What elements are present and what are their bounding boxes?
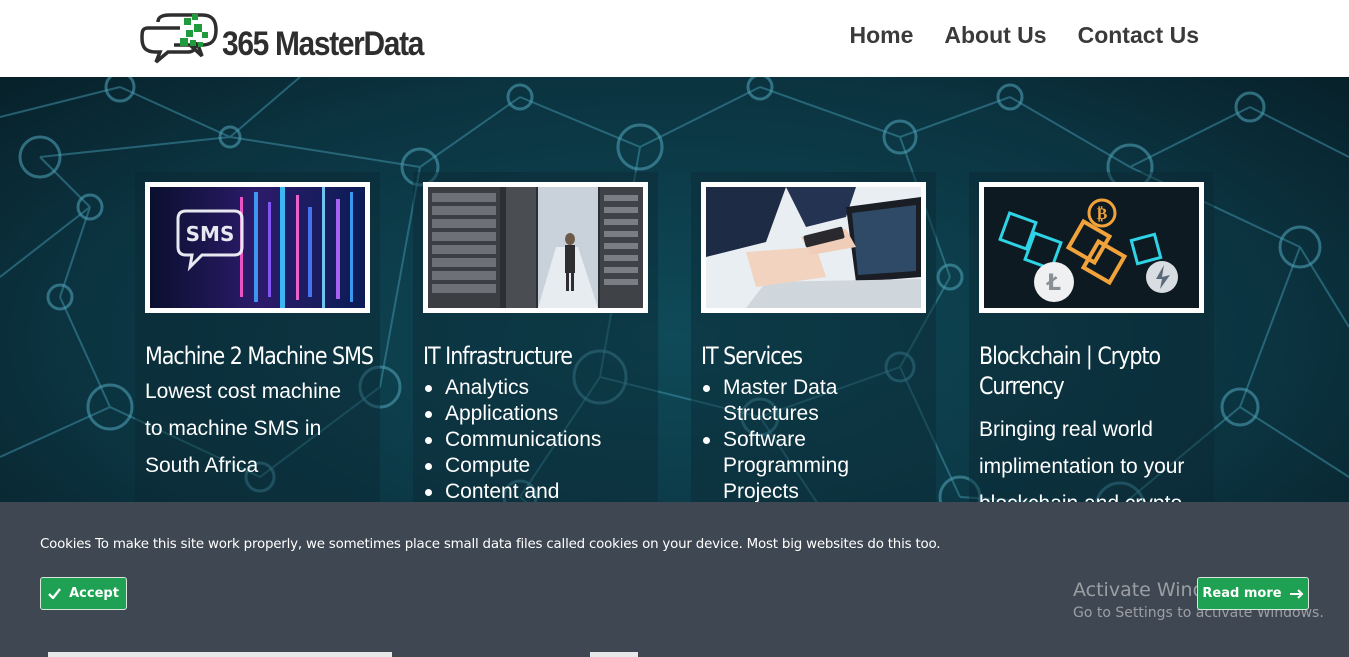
list-item: Applications bbox=[425, 401, 648, 427]
cookie-consent-bar: Cookies To make this site work properly,… bbox=[0, 502, 1349, 657]
list-item: Master Data Structures bbox=[703, 375, 926, 427]
arrow-right-icon bbox=[1289, 588, 1303, 599]
read-more-button[interactable]: Read more bbox=[1197, 577, 1309, 610]
sms-image-text: SMS bbox=[186, 222, 235, 246]
crypto-coins-image-icon: ₿ Ł bbox=[984, 187, 1199, 308]
description-line: Bringing real world bbox=[979, 418, 1153, 441]
main-nav: Home About Us Contact Us bbox=[849, 22, 1199, 49]
cookie-message: Cookies To make this site work properly,… bbox=[40, 537, 941, 552]
card-image-frame[interactable]: ₿ Ł bbox=[979, 182, 1204, 313]
accept-cookies-button[interactable]: Accept bbox=[40, 577, 127, 610]
list-item: Compute bbox=[425, 453, 648, 479]
nav-home-link[interactable]: Home bbox=[849, 22, 913, 49]
service-card-m2m-sms: SMS Machine 2 Machine SMS Lowest cost ma… bbox=[145, 182, 374, 484]
list-item: Software Programming Projects bbox=[703, 427, 926, 505]
card-title-line: Currency bbox=[979, 372, 1065, 400]
service-card-blockchain: ₿ Ł Blockchain | Crypto Currency Bringin… bbox=[979, 182, 1204, 522]
description-line: to machine SMS in bbox=[145, 417, 322, 440]
logo-chat-bubbles-icon bbox=[140, 13, 218, 64]
checkmark-icon bbox=[48, 588, 62, 599]
description-line: Lowest cost machine bbox=[145, 380, 342, 403]
site-header: 365 MasterData Home About Us Contact Us bbox=[0, 0, 1349, 77]
svg-text:₿: ₿ bbox=[1097, 204, 1108, 223]
service-card-it-infrastructure: IT Infrastructure Analytics Applications… bbox=[423, 182, 648, 505]
card-list: Analytics Applications Communications Co… bbox=[423, 375, 648, 505]
nav-contact-link[interactable]: Contact Us bbox=[1078, 22, 1199, 49]
svg-text:Ł: Ł bbox=[1046, 271, 1061, 296]
site-logo[interactable]: 365 MasterData bbox=[140, 12, 450, 68]
list-item: Analytics bbox=[425, 375, 648, 401]
page-bottom-strip bbox=[48, 652, 392, 657]
logo-wordmark: 365 MasterData bbox=[222, 24, 424, 63]
card-image-frame[interactable] bbox=[701, 182, 926, 313]
card-list: Master Data Structures Software Programm… bbox=[701, 375, 926, 505]
server-room-image-icon bbox=[428, 187, 643, 308]
card-title: Blockchain | Crypto Currency bbox=[979, 341, 1173, 401]
list-item: Communications bbox=[425, 427, 648, 453]
card-image-frame[interactable] bbox=[423, 182, 648, 313]
page-bottom-strip bbox=[590, 652, 638, 657]
service-card-it-services: IT Services Master Data Structures Softw… bbox=[701, 182, 926, 505]
card-image-frame[interactable]: SMS bbox=[145, 182, 370, 313]
nav-about-link[interactable]: About Us bbox=[944, 22, 1046, 49]
description-line: implimentation to your bbox=[979, 455, 1185, 478]
sms-image-icon: SMS bbox=[150, 187, 365, 308]
card-title-line: Blockchain | Crypto bbox=[979, 342, 1161, 370]
read-more-label: Read more bbox=[1202, 586, 1282, 601]
card-description: Lowest cost machine to machine SMS in So… bbox=[145, 373, 370, 484]
card-title: Machine 2 Machine SMS bbox=[145, 342, 374, 370]
laptop-work-image-icon bbox=[706, 187, 921, 308]
card-title: IT Infrastructure bbox=[423, 342, 573, 370]
description-line: South Africa bbox=[145, 454, 259, 477]
card-title: IT Services bbox=[701, 342, 803, 370]
accept-label: Accept bbox=[69, 586, 119, 601]
